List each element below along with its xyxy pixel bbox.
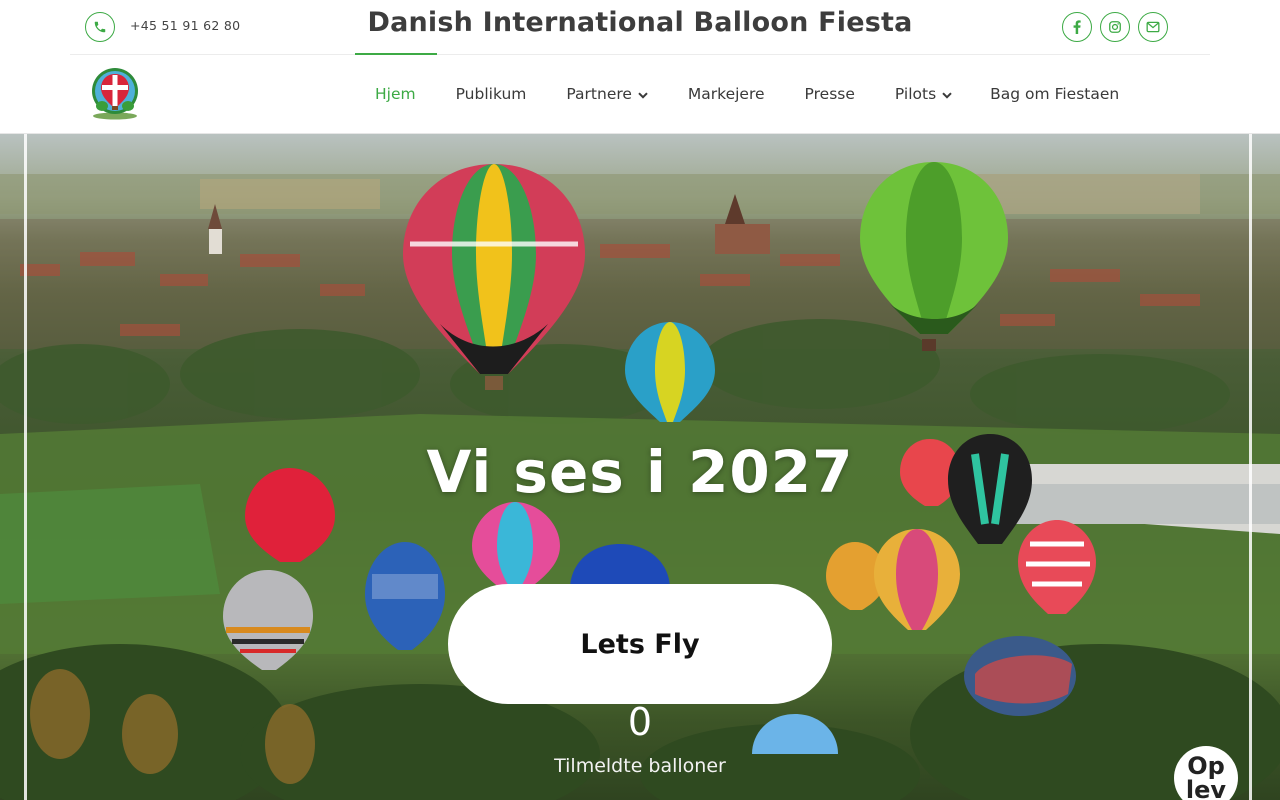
nav-item-label: Pilots xyxy=(894,85,937,103)
main-nav: Hjem Publikum Partnere Markejere Presse … xyxy=(375,82,1119,106)
balloon-counter-label: Tilmeldte balloner xyxy=(554,755,726,777)
title-underline xyxy=(355,53,437,55)
nav-item-presse[interactable]: Presse xyxy=(805,85,855,103)
nav-item-label: Markejere xyxy=(687,85,765,103)
nav-item-markejere[interactable]: Markejere xyxy=(688,85,765,103)
nav-item-label: Publikum xyxy=(455,85,527,103)
hero-section: Vi ses i 2027 Lets Fly 0 Tilmeldte ballo… xyxy=(0,134,1280,800)
facebook-icon[interactable] xyxy=(1062,12,1092,42)
site-logo[interactable] xyxy=(90,66,140,120)
nav-item-label: Hjem xyxy=(375,85,416,103)
balloon-counter-value: 0 xyxy=(627,700,653,744)
nav-item-label: Partnere xyxy=(566,85,632,103)
instagram-icon[interactable] xyxy=(1100,12,1130,42)
oplev-badge[interactable]: Op lev xyxy=(1174,746,1238,800)
oplev-badge-line2: lev xyxy=(1185,776,1227,800)
hero-heading: Vi ses i 2027 xyxy=(426,438,854,506)
nav-item-partnere[interactable]: Partnere xyxy=(566,85,648,103)
chevron-down-icon xyxy=(638,85,648,103)
nav-item-bag-om-fiestaen[interactable]: Bag om Fiestaen xyxy=(990,85,1119,103)
chevron-down-icon xyxy=(942,85,952,103)
lets-fly-button[interactable]: Lets Fly xyxy=(448,584,832,704)
site-title: Danish International Balloon Fiesta xyxy=(367,7,913,38)
email-icon[interactable] xyxy=(1138,12,1168,42)
nav-item-label: Presse xyxy=(804,85,855,103)
nav-item-label: Bag om Fiestaen xyxy=(990,85,1120,103)
oplev-badge-line1: Op xyxy=(1187,752,1225,780)
top-bar: +45 51 91 62 80 Danish International Bal… xyxy=(70,0,1210,55)
site-header: +45 51 91 62 80 Danish International Bal… xyxy=(0,0,1280,134)
nav-item-pilots[interactable]: Pilots xyxy=(895,85,952,103)
nav-item-hjem[interactable]: Hjem xyxy=(375,85,416,103)
nav-item-publikum[interactable]: Publikum xyxy=(456,85,527,103)
